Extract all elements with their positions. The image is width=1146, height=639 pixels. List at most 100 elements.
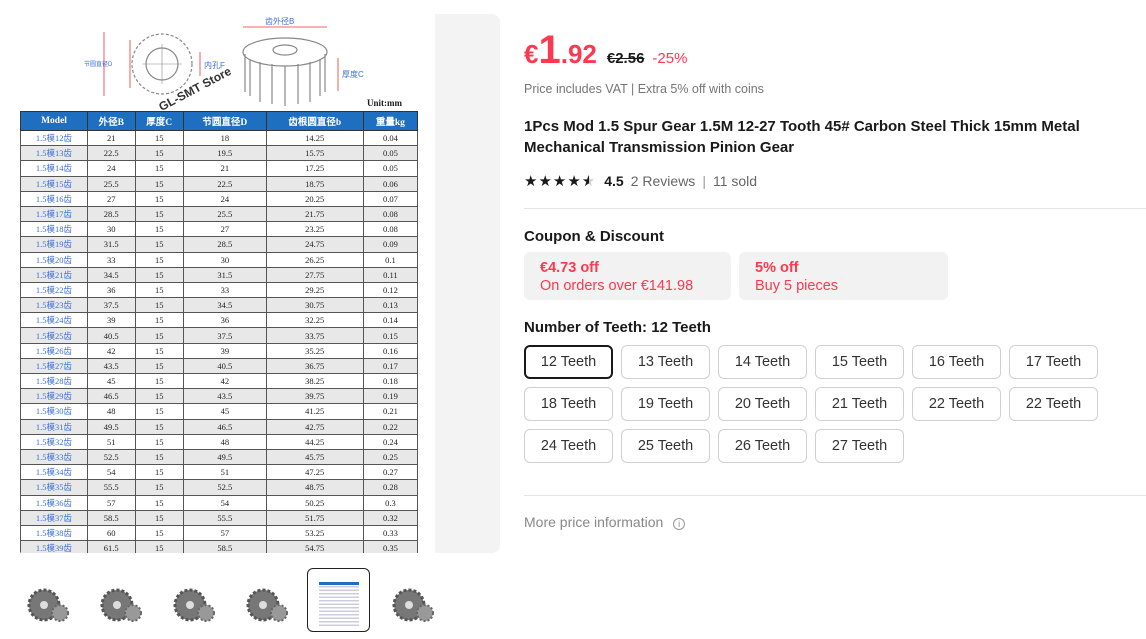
teeth-option[interactable]: 12 Teeth — [524, 345, 613, 379]
table-cell: 31.5 — [182, 266, 267, 283]
table-cell: 46.5 — [86, 388, 136, 405]
table-cell: 48.75 — [265, 479, 364, 496]
table-cell: 15 — [134, 297, 184, 314]
main-product-image[interactable]: 齿外径B 内孔F 厚度C 节圆直径D GL-SMT Store Unit:mm … — [15, 14, 435, 553]
teeth-option[interactable]: 22 Teeth — [912, 387, 1001, 421]
table-cell: 39.75 — [265, 388, 364, 405]
model-cell: 1.5模15齿 — [20, 175, 88, 192]
thumbnail-gear-set-1[interactable] — [15, 568, 78, 632]
coupon-card[interactable]: 5% off Buy 5 pieces — [739, 252, 948, 300]
table-cell: 15 — [134, 372, 184, 390]
product-title: 1Pcs Mod 1.5 Spur Gear 1.5M 12-27 Tooth … — [524, 118, 1080, 156]
label-pitch: 节圆直径D — [84, 60, 113, 68]
thumbnail-gear-rack[interactable] — [88, 568, 151, 632]
teeth-option[interactable]: 19 Teeth — [621, 387, 710, 421]
coupon-amount: €4.73 off — [540, 260, 599, 276]
reviews-link[interactable]: 2 Reviews — [631, 173, 696, 189]
table-cell: 57 — [86, 494, 136, 511]
table-cell: 0.11 — [362, 266, 419, 283]
table-cell: 47.25 — [265, 464, 364, 481]
table-cell: 15 — [134, 190, 184, 207]
table-cell: 38.25 — [265, 372, 364, 390]
table-row: 1.5模37齿 58.5 15 55.5 51.75 0.32 — [20, 509, 419, 526]
model-cell: 1.5模18齿 — [20, 221, 88, 238]
table-cell: 48 — [86, 403, 136, 420]
table-cell: 31.5 — [86, 236, 136, 253]
table-row: 1.5模36齿 57 15 54 50.25 0.3 — [20, 494, 419, 511]
teeth-option[interactable]: 13 Teeth — [621, 345, 710, 379]
more-price-label: More price information — [524, 514, 664, 530]
table-cell: 0.3 — [362, 494, 419, 511]
table-cell: 45 — [86, 372, 136, 390]
teeth-option[interactable]: 25 Teeth — [621, 429, 710, 463]
table-cell: 54.75 — [265, 540, 364, 553]
teeth-option[interactable]: 27 Teeth — [815, 429, 904, 463]
coupon-card[interactable]: €4.73 off On orders over €141.98 — [524, 252, 731, 300]
table-cell: 15 — [134, 464, 184, 481]
model-cell: 1.5模24齿 — [20, 312, 88, 329]
label-outer-diameter: 齿外径B — [265, 16, 294, 26]
table-row: 1.5模17齿 28.5 15 25.5 21.75 0.08 — [20, 205, 419, 223]
table-cell: 15 — [134, 251, 184, 268]
model-cell: 1.5模26齿 — [20, 342, 88, 359]
table-cell: 40.5 — [182, 357, 267, 375]
teeth-option[interactable]: 14 Teeth — [718, 345, 807, 379]
thumbnail-single-gear[interactable] — [234, 568, 297, 632]
unit-label: Unit:mm — [367, 98, 402, 108]
table-cell: 36 — [182, 312, 267, 329]
table-cell: 49.5 — [182, 448, 267, 466]
table-cell: 40.5 — [86, 327, 136, 344]
coupon-heading: Coupon & Discount — [524, 228, 664, 245]
table-cell: 32.25 — [265, 312, 364, 329]
table-cell: 0.18 — [362, 372, 419, 390]
table-cell: 24.75 — [265, 236, 364, 253]
table-cell: 20.25 — [265, 190, 364, 207]
table-cell: 33 — [182, 281, 267, 299]
table-cell: 0.06 — [362, 175, 419, 192]
model-cell: 1.5模33齿 — [20, 448, 88, 466]
gear-thumb-icon — [27, 588, 69, 622]
table-cell: 58.5 — [182, 540, 267, 553]
teeth-option[interactable]: 26 Teeth — [718, 429, 807, 463]
teeth-option[interactable]: 17 Teeth — [1009, 345, 1098, 379]
model-cell: 1.5模32齿 — [20, 433, 88, 450]
table-row: 1.5模29齿 46.5 15 43.5 39.75 0.19 — [20, 388, 419, 405]
table-row: 1.5模35齿 55.5 15 52.5 48.75 0.28 — [20, 479, 419, 496]
table-row: 1.5模19齿 31.5 15 28.5 24.75 0.09 — [20, 236, 419, 253]
thumbnail-strip — [15, 568, 443, 632]
table-cell: 48 — [182, 433, 267, 450]
table-header: 外径B — [86, 111, 136, 131]
table-cell: 51 — [182, 464, 267, 481]
teeth-option[interactable]: 22 Teeth — [1009, 387, 1098, 421]
table-cell: 51.75 — [265, 509, 364, 526]
teeth-option[interactable]: 24 Teeth — [524, 429, 613, 463]
table-cell: 44.25 — [265, 433, 364, 450]
thumbnail-gear-set-2[interactable] — [380, 568, 443, 632]
coupon-amount: 5% off — [755, 260, 799, 276]
teeth-option[interactable]: 16 Teeth — [912, 345, 1001, 379]
thumbnail-gear-pair[interactable] — [161, 568, 224, 632]
table-cell: 15 — [134, 494, 184, 511]
thumbnail-spec-table[interactable] — [307, 568, 370, 632]
table-cell: 26.25 — [265, 251, 364, 268]
table-row: 1.5模15齿 25.5 15 22.5 18.75 0.06 — [20, 175, 419, 192]
table-cell: 0.24 — [362, 433, 419, 450]
table-row: 1.5模13齿 22.5 15 19.5 15.75 0.05 — [20, 145, 419, 162]
table-cell: 36.75 — [265, 357, 364, 375]
table-cell: 0.32 — [362, 509, 419, 526]
teeth-option[interactable]: 21 Teeth — [815, 387, 904, 421]
teeth-option[interactable]: 20 Teeth — [718, 387, 807, 421]
teeth-option[interactable]: 15 Teeth — [815, 345, 904, 379]
table-cell: 61.5 — [86, 540, 136, 553]
model-cell: 1.5模13齿 — [20, 145, 88, 162]
product-gallery: 齿外径B 内孔F 厚度C 节圆直径D GL-SMT Store Unit:mm … — [15, 14, 500, 553]
table-cell: 15 — [134, 342, 184, 359]
model-cell: 1.5模12齿 — [20, 129, 88, 147]
table-cell: 15 — [134, 281, 184, 299]
teeth-option[interactable]: 18 Teeth — [524, 387, 613, 421]
table-cell: 54 — [182, 494, 267, 511]
table-cell: 39 — [182, 342, 267, 359]
table-cell: 0.17 — [362, 357, 419, 375]
more-price-info[interactable]: More price information i — [524, 514, 686, 530]
table-cell: 30 — [182, 251, 267, 268]
